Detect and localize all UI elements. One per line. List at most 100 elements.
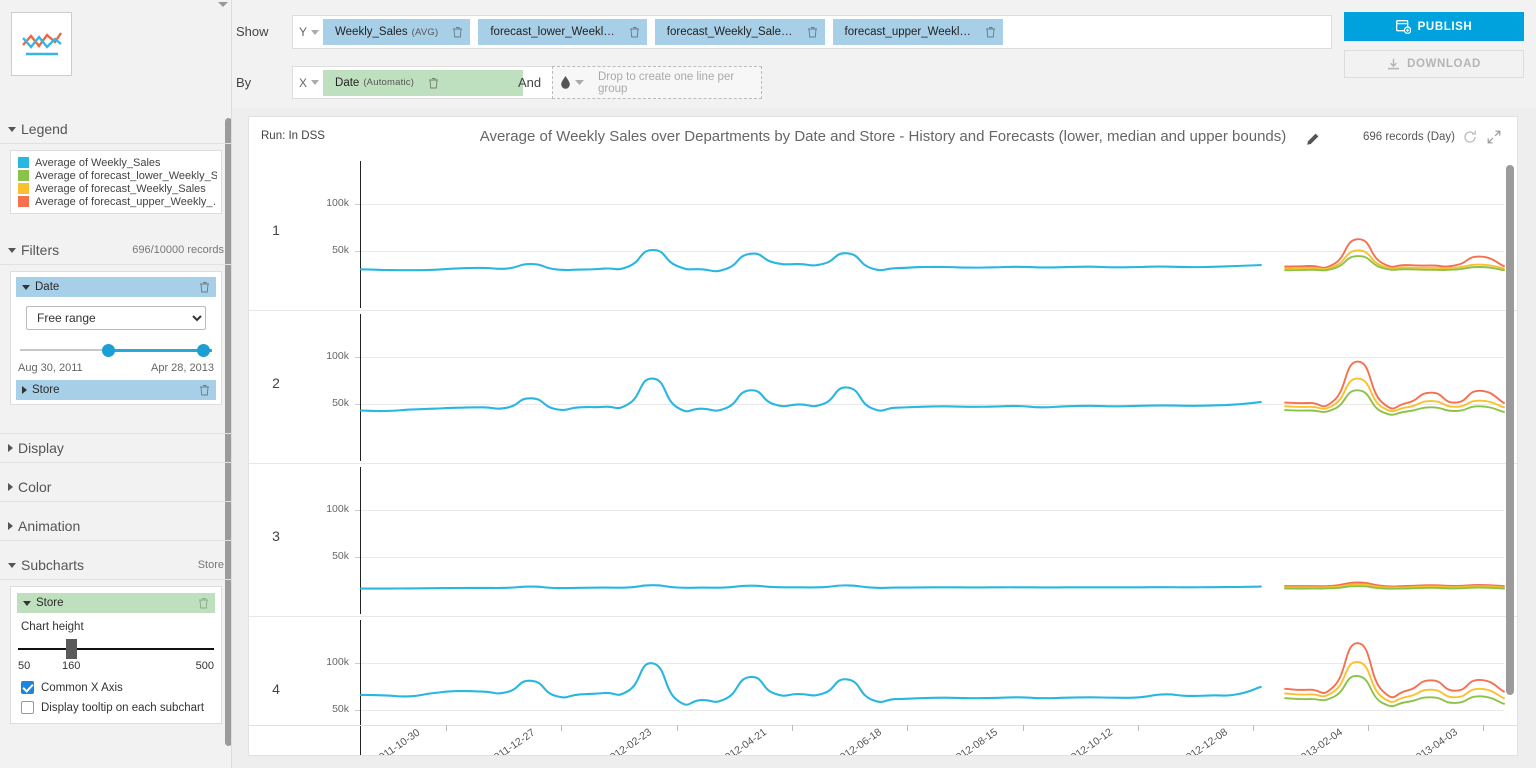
x-dimension-dropzone[interactable]: X Date (Automatic): [292, 66, 556, 99]
filter-date-label: Date: [35, 281, 60, 293]
subcharts-dimension-hint: Store: [197, 558, 224, 571]
y-axis-tag[interactable]: Y: [299, 25, 320, 39]
legend-item[interactable]: Average of forecast_Weekly_Sales: [15, 182, 217, 195]
chevron-down-icon: [23, 600, 31, 606]
y-measure-pill-weekly-sales[interactable]: Weekly_Sales (AVG): [323, 19, 471, 45]
legend-item-label: Average of forecast_upper_Weekly_…: [35, 195, 217, 208]
legend-item[interactable]: Average of forecast_upper_Weekly_…: [15, 195, 217, 208]
delete-filter-store-icon[interactable]: [199, 384, 210, 396]
subcharts-title: Subcharts: [21, 556, 85, 573]
group-dropzone[interactable]: Drop to create one line per group: [552, 66, 762, 99]
delete-subchart-dimension-icon[interactable]: [198, 597, 209, 609]
publish-label: PUBLISH: [1417, 20, 1473, 33]
series-line: [359, 377, 1262, 413]
chart-config-bar: Show By Y Weekly_Sales (AVG) forecast_lo…: [232, 0, 1536, 108]
y-measure-pill-forecast-upper[interactable]: forecast_upper_Weekl…: [832, 19, 1003, 45]
filter-date-mode-select[interactable]: Free range: [26, 306, 206, 330]
subchart-store-pill[interactable]: Store: [17, 593, 215, 613]
slider-knob-start[interactable]: [102, 344, 115, 357]
legend-title: Legend: [21, 120, 68, 137]
delete-y-measure-icon[interactable]: [629, 26, 640, 38]
filter-date-pill[interactable]: Date: [16, 277, 216, 297]
x-dimension-pill-date[interactable]: Date (Automatic): [323, 69, 524, 96]
color-section: Color: [0, 472, 231, 502]
subcharts-section-header[interactable]: Subcharts Store: [0, 550, 231, 580]
subchart-series-svg: [359, 360, 1505, 416]
chevron-right-icon: [22, 386, 27, 394]
common-x-axis-checkbox[interactable]: [21, 681, 34, 694]
x-axis-tag[interactable]: X: [299, 76, 320, 90]
tooltip-subchart-row[interactable]: Display tooltip on each subchart: [21, 701, 215, 714]
subcharts-panel: Store Chart height 50 160 500 Common X A…: [10, 586, 222, 724]
color-section-header[interactable]: Color: [0, 472, 231, 502]
chevron-down-icon: [22, 284, 30, 290]
x-tick-mark: [1368, 725, 1369, 731]
tooltip-subchart-label: Display tooltip on each subchart: [41, 701, 205, 714]
chart-type-dropdown-caret[interactable]: [218, 2, 228, 7]
animation-title: Animation: [18, 517, 81, 534]
y-measures-dropzone[interactable]: Y Weekly_Sales (AVG) forecast_lower_Week…: [292, 15, 1332, 49]
legend-color-swatch: [18, 157, 29, 168]
filters-section-header[interactable]: Filters 696/10000 records: [0, 235, 231, 265]
legend-item[interactable]: Average of forecast_lower_Weekly_S…: [15, 169, 217, 182]
refresh-icon[interactable]: [1463, 130, 1477, 144]
x-tick-mark: [1253, 725, 1254, 731]
y-measure-pill-forecast-lower[interactable]: forecast_lower_Weekl…: [478, 19, 647, 45]
slider-knob-end[interactable]: [197, 344, 210, 357]
chevron-down-icon: [8, 248, 16, 253]
x-tick-mark: [1023, 725, 1024, 731]
subchart-series-svg: [359, 238, 1505, 273]
x-tick-mark: [561, 725, 562, 731]
legend-item-label: Average of forecast_Weekly_Sales: [35, 182, 206, 195]
series-line: [1284, 238, 1505, 269]
line-chart-icon: [21, 32, 62, 56]
chart-header: Run: In DSS Average of Weekly Sales over…: [249, 117, 1517, 157]
series-line: [359, 584, 1262, 590]
download-button[interactable]: DOWNLOAD: [1344, 50, 1524, 78]
display-title: Display: [18, 440, 64, 456]
animation-section: Animation: [0, 511, 231, 541]
x-axis-line: [249, 725, 1517, 726]
y-measure-pill-forecast-median[interactable]: forecast_Weekly_Sale…: [654, 19, 825, 45]
chart-height-slider[interactable]: [18, 639, 214, 659]
edit-title-pencil-icon[interactable]: [1306, 133, 1319, 146]
chevron-down-icon: [8, 127, 16, 132]
y-measure-name: forecast_upper_Weekl…: [844, 26, 971, 38]
legend-section: Legend Average of Weekly_Sales Average o…: [0, 114, 231, 222]
legend-color-swatch: [18, 196, 29, 207]
chart-height-min: 50: [18, 660, 31, 672]
animation-section-header[interactable]: Animation: [0, 511, 231, 541]
by-row-label: By: [236, 75, 252, 90]
delete-y-measure-icon[interactable]: [807, 26, 818, 38]
and-label: And: [518, 75, 542, 90]
date-range-slider[interactable]: [20, 339, 212, 361]
common-x-axis-label: Common X Axis: [41, 681, 123, 694]
group-dropdown-caret[interactable]: [575, 79, 584, 86]
y-measure-name: Weekly_Sales: [335, 26, 408, 38]
legend-section-header[interactable]: Legend: [0, 114, 231, 144]
chart-type-thumbnail[interactable]: [11, 12, 72, 76]
legend-item[interactable]: Average of Weekly_Sales: [15, 156, 217, 169]
delete-filter-date-icon[interactable]: [199, 281, 210, 293]
color-title: Color: [18, 478, 52, 495]
publish-button[interactable]: PUBLISH: [1344, 12, 1524, 41]
delete-y-measure-icon[interactable]: [452, 26, 463, 38]
x-tick-mark: [1483, 725, 1484, 731]
delete-x-dimension-icon[interactable]: [428, 77, 439, 89]
common-x-axis-row[interactable]: Common X Axis: [21, 681, 215, 694]
filter-store-pill[interactable]: Store: [16, 380, 216, 400]
chart-height-knob[interactable]: [66, 639, 77, 659]
droplet-icon[interactable]: [561, 76, 570, 89]
chart-height-label: Chart height: [21, 621, 84, 633]
delete-y-measure-icon[interactable]: [985, 26, 996, 38]
x-tick-mark: [446, 725, 447, 731]
series-line: [359, 662, 1262, 706]
chart-record-count: 696 records (Day): [1362, 131, 1455, 143]
expand-icon[interactable]: [1487, 130, 1501, 144]
chevron-right-icon: [8, 482, 13, 491]
y-measure-agg: (AVG): [411, 26, 439, 38]
tooltip-subchart-checkbox[interactable]: [21, 701, 34, 714]
chart-scrollbar[interactable]: [1506, 165, 1514, 695]
display-section: Display: [0, 433, 231, 463]
display-section-header[interactable]: Display: [0, 433, 231, 463]
